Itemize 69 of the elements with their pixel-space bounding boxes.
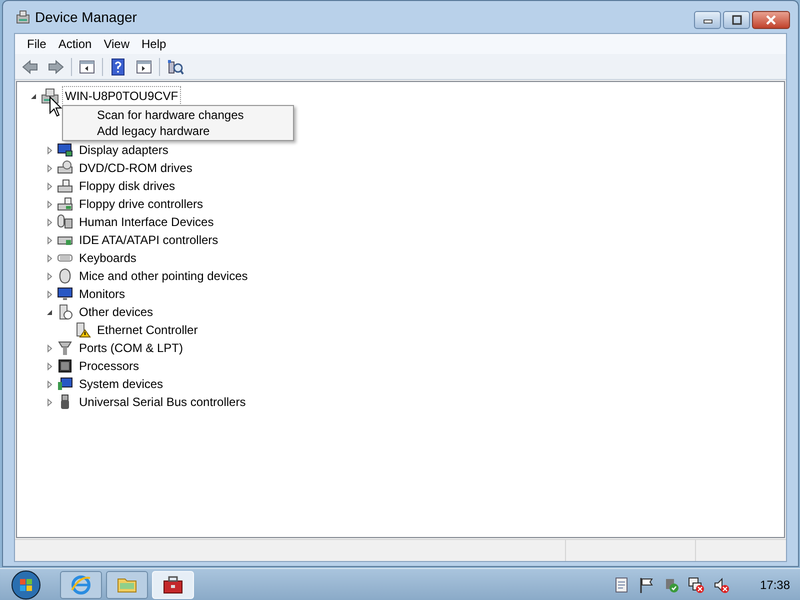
- expand-icon[interactable]: [45, 182, 54, 190]
- device-icon: [57, 214, 73, 230]
- device-icon: [57, 376, 73, 392]
- expand-icon[interactable]: [45, 362, 54, 370]
- menu-item[interactable]: File: [21, 35, 52, 53]
- device-icon: [57, 286, 73, 302]
- expand-icon[interactable]: [45, 146, 54, 154]
- device-icon: [57, 358, 73, 374]
- tree-item[interactable]: Ports (COM & LPT): [76, 338, 186, 358]
- tree-item[interactable]: Processors: [76, 356, 142, 376]
- menu-item[interactable]: Action: [52, 35, 98, 53]
- device-icon: [57, 340, 73, 356]
- minimize-button[interactable]: [694, 11, 721, 29]
- menu-item[interactable]: View: [98, 35, 136, 53]
- windows-logo-icon: [11, 570, 41, 600]
- tree-item[interactable]: Human Interface Devices: [76, 212, 217, 232]
- tree-item[interactable]: Floppy disk drives: [76, 176, 178, 196]
- toolbox-icon: [162, 574, 184, 596]
- network-error-icon[interactable]: [688, 576, 704, 592]
- tree-item[interactable]: Mice and other pointing devices: [76, 266, 251, 286]
- expand-icon[interactable]: [45, 164, 54, 172]
- warning-device-icon: [75, 322, 91, 338]
- menu-item[interactable]: Add legacy hardware: [63, 123, 293, 139]
- clock[interactable]: 17:38: [760, 576, 790, 594]
- help-icon: [109, 58, 127, 76]
- expand-icon[interactable]: [45, 236, 54, 244]
- expand-icon[interactable]: [45, 380, 54, 388]
- expand-icon[interactable]: [45, 272, 54, 280]
- tree-item[interactable]: Ethernet Controller: [94, 320, 201, 340]
- menu-item[interactable]: Help: [136, 35, 172, 53]
- close-button[interactable]: [752, 11, 790, 29]
- tree-item[interactable]: IDE ATA/ATAPI controllers: [76, 230, 222, 250]
- close-icon: [765, 15, 777, 25]
- action-pane-icon: [135, 58, 153, 76]
- expand-icon[interactable]: [45, 290, 54, 298]
- device-icon: [57, 142, 73, 158]
- expand-icon[interactable]: [45, 218, 54, 226]
- device-icon: [57, 268, 73, 284]
- tree-item[interactable]: Monitors: [76, 284, 128, 304]
- expand-icon[interactable]: [45, 344, 54, 352]
- expand-icon[interactable]: [45, 254, 54, 262]
- device-icon: [57, 178, 73, 194]
- document-icon[interactable]: [612, 576, 629, 592]
- back-icon: [21, 58, 39, 76]
- console-tree-icon: [78, 58, 96, 76]
- expand-icon[interactable]: [45, 200, 54, 208]
- forward-icon: [47, 58, 65, 76]
- expand-icon[interactable]: [45, 398, 54, 406]
- tree-item[interactable]: Display adapters: [76, 140, 172, 160]
- menu-item[interactable]: Scan for hardware changes: [63, 107, 293, 123]
- maximize-button[interactable]: [723, 11, 750, 29]
- collapse-icon[interactable]: [29, 92, 38, 100]
- device-icon: [57, 304, 73, 320]
- collapse-icon[interactable]: [45, 308, 54, 316]
- tree-item[interactable]: Keyboards: [76, 248, 140, 268]
- maximize-icon: [730, 15, 742, 25]
- app-icon: [15, 9, 31, 25]
- tree-item[interactable]: Floppy drive controllers: [76, 194, 206, 214]
- scan-hardware-icon: [166, 58, 184, 76]
- flag-icon[interactable]: [638, 576, 654, 592]
- window-title: Device Manager: [35, 8, 138, 27]
- tree-item[interactable]: System devices: [76, 374, 166, 394]
- device-icon: [57, 196, 73, 212]
- muted-speaker-icon[interactable]: [712, 576, 729, 592]
- tree-item[interactable]: Universal Serial Bus controllers: [76, 392, 249, 412]
- device-icon: [57, 160, 73, 176]
- tree-item[interactable]: Other devices: [76, 302, 156, 322]
- browser-icon: [70, 574, 92, 596]
- tree-item[interactable]: DVD/CD-ROM drives: [76, 158, 196, 178]
